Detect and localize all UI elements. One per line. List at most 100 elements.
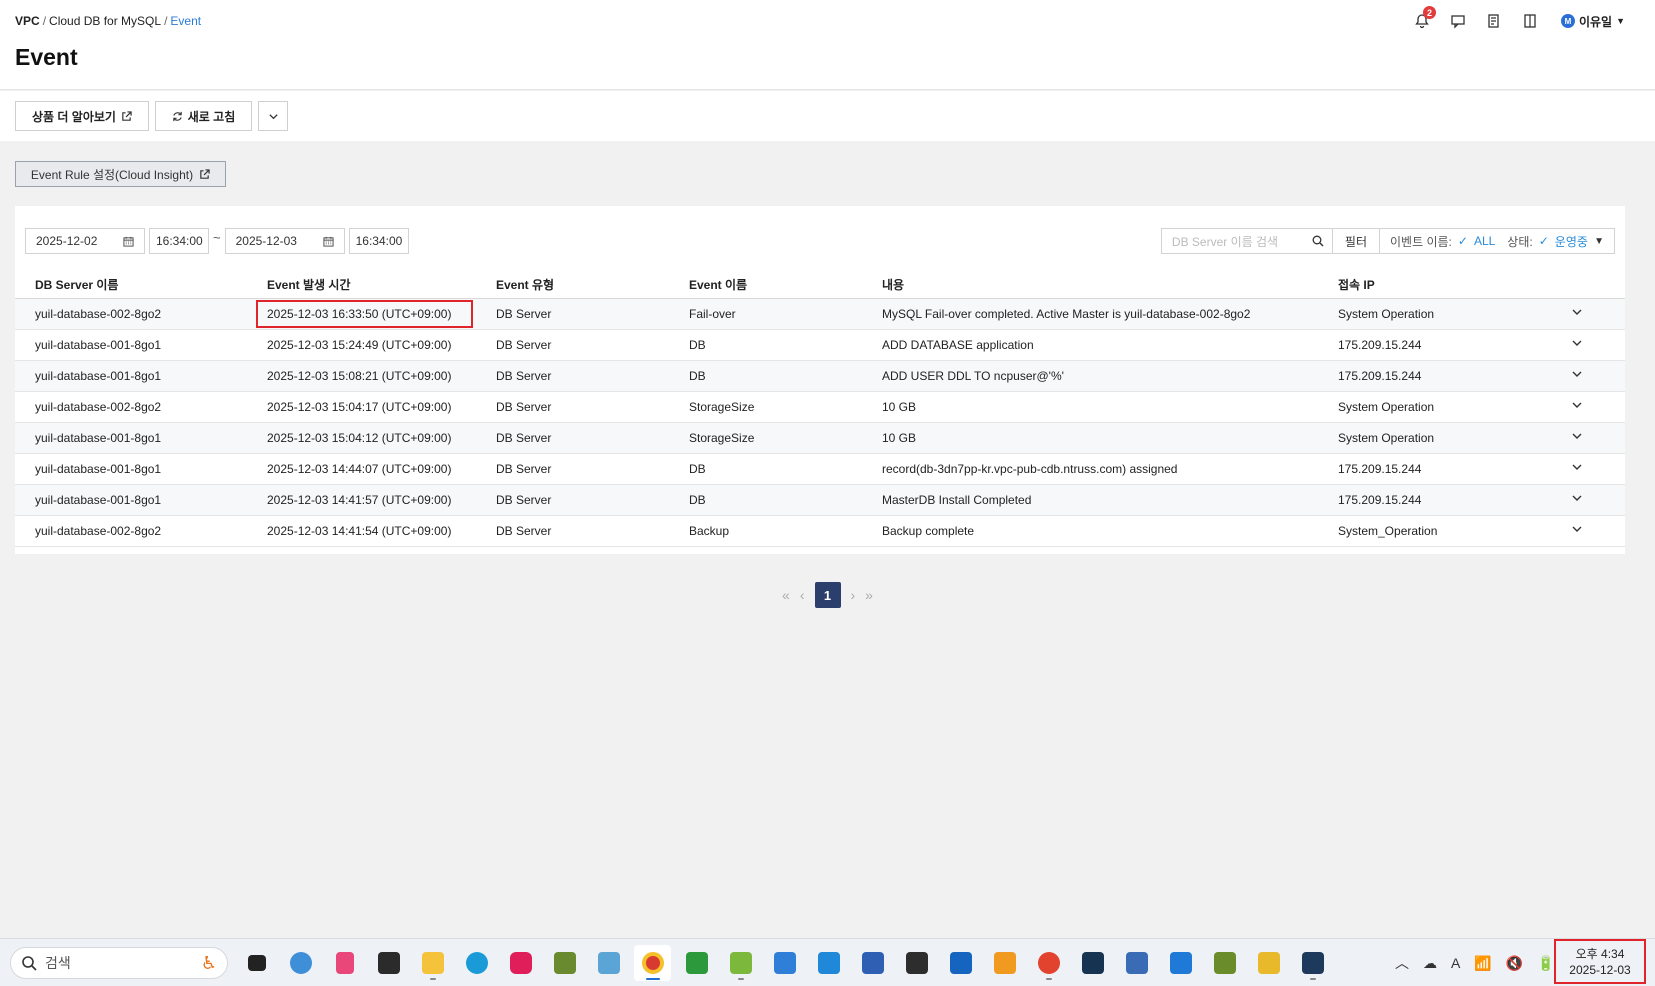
expand-row-icon[interactable]: [1571, 329, 1625, 361]
start-time-field[interactable]: 16:34:00: [149, 228, 209, 254]
more-dropdown-button[interactable]: [258, 101, 288, 131]
column-header-content[interactable]: 내용: [882, 272, 1338, 299]
event-name-filter-label: 이벤트 이름:: [1390, 234, 1452, 249]
taskbar-clock[interactable]: 오후 4:34 2025-12-03: [1554, 939, 1646, 984]
cell-event-type: DB Server: [496, 484, 689, 516]
column-header-db-server[interactable]: DB Server 이름: [15, 272, 255, 299]
volume-icon[interactable]: 🔇: [1506, 955, 1523, 972]
cell-db-server: yuil-database-001-8go1: [15, 453, 255, 485]
table-row[interactable]: yuil-database-001-8go1 2025-12-03 14:41:…: [15, 484, 1625, 516]
filter-button[interactable]: 필터: [1332, 228, 1380, 254]
filter-summary-dropdown[interactable]: 이벤트 이름: ✓ ALL 상태: ✓ 운영중 ▼: [1380, 228, 1615, 254]
expand-row-icon[interactable]: [1571, 360, 1625, 392]
taskbar-app-network-admin-icon[interactable]: [1206, 945, 1243, 981]
user-menu[interactable]: M 이유일 ▼: [1560, 13, 1625, 30]
accessibility-icon: ♿: [200, 952, 217, 973]
expand-row-icon[interactable]: [1571, 484, 1625, 516]
table-row[interactable]: yuil-database-001-8go1 2025-12-03 15:24:…: [15, 329, 1625, 361]
taskbar-app-terminal-icon[interactable]: [898, 945, 935, 981]
cell-content: Backup complete: [882, 515, 1338, 547]
learn-more-button[interactable]: 상품 더 알아보기: [15, 101, 149, 131]
table-row[interactable]: yuil-database-001-8go1 2025-12-03 14:44:…: [15, 453, 1625, 485]
column-header-event-name[interactable]: Event 이름: [689, 272, 882, 299]
breadcrumb-cloud-db[interactable]: Cloud DB for MySQL: [49, 14, 161, 28]
table-row[interactable]: yuil-database-001-8go1 2025-12-03 15:04:…: [15, 422, 1625, 454]
start-date-field[interactable]: 2025-12-02: [25, 228, 145, 254]
db-server-search-input[interactable]: DB Server 이름 검색: [1160, 228, 1333, 254]
taskbar-app-edge-icon[interactable]: [458, 945, 495, 981]
taskbar-app-virtualbox-icon[interactable]: [986, 945, 1023, 981]
end-time-field[interactable]: 16:34:00: [348, 228, 409, 254]
cell-event-type: DB Server: [496, 453, 689, 485]
cell-ip: System Operation: [1338, 298, 1571, 330]
notification-bell-icon[interactable]: 2: [1411, 6, 1436, 32]
taskbar-app-wireshark-icon[interactable]: [942, 945, 979, 981]
cell-event-name: StorageSize: [689, 391, 882, 423]
cell-event-time: 2025-12-03 15:24:49 (UTC+09:00): [255, 329, 496, 361]
taskbar-app-paint-icon[interactable]: [546, 945, 583, 981]
table-row[interactable]: yuil-database-002-8go2 2025-12-03 14:41:…: [15, 515, 1625, 547]
end-date-field[interactable]: 2025-12-03: [224, 228, 345, 254]
search-icon: [22, 956, 37, 971]
calendar-icon: [323, 236, 334, 247]
column-header-ip[interactable]: 접속 IP: [1338, 272, 1571, 299]
chevron-up-icon[interactable]: ︿: [1395, 953, 1409, 973]
cell-db-server: yuil-database-002-8go2: [15, 298, 255, 330]
taskbar-app-file-explorer-icon[interactable]: [414, 945, 451, 981]
notes-icon[interactable]: [1483, 10, 1505, 32]
cell-ip: System Operation: [1338, 391, 1571, 423]
expand-row-icon[interactable]: [1571, 391, 1625, 423]
cell-ip: System_Operation: [1338, 515, 1571, 547]
cell-event-time: 2025-12-03 14:41:57 (UTC+09:00): [255, 484, 496, 516]
taskbar-app-notepad-icon[interactable]: [766, 945, 803, 981]
font-icon[interactable]: A: [1451, 955, 1460, 971]
event-rule-button[interactable]: Event Rule 설정(Cloud Insight): [15, 161, 226, 187]
cell-content: 10 GB: [882, 391, 1338, 423]
taskbar-app-vscode-icon[interactable]: [810, 945, 847, 981]
table-row[interactable]: yuil-database-002-8go2 2025-12-03 16:33:…: [15, 298, 1625, 330]
taskbar-app-notepad-plus-icon[interactable]: [722, 945, 759, 981]
first-page-icon[interactable]: «: [782, 587, 790, 603]
column-header-event-type[interactable]: Event 유형: [496, 272, 689, 299]
last-page-icon[interactable]: »: [865, 587, 873, 603]
expand-row-icon[interactable]: [1571, 298, 1625, 330]
taskbar-app-sticky-notes-icon[interactable]: [370, 945, 407, 981]
next-page-icon[interactable]: ›: [851, 587, 856, 603]
chat-icon[interactable]: [1447, 10, 1469, 32]
breadcrumb-vpc[interactable]: VPC: [15, 14, 40, 28]
taskbar-app-browser-red-icon[interactable]: [1030, 945, 1067, 981]
taskbar-app-maps-icon[interactable]: [282, 945, 319, 981]
taskbar-app-mysql-workbench-icon[interactable]: [1294, 945, 1331, 981]
taskbar-app-terminal-window-icon[interactable]: [238, 945, 275, 981]
search-icon[interactable]: [1312, 235, 1324, 247]
filter-label: 필터: [1344, 234, 1367, 249]
refresh-button[interactable]: 새로 고침: [155, 101, 252, 131]
taskbar-app-chrome-icon[interactable]: [634, 945, 671, 981]
cloud-icon[interactable]: ☁: [1423, 955, 1437, 972]
column-header-expand: [1571, 272, 1625, 299]
taskbar-app-slack-icon[interactable]: [502, 945, 539, 981]
taskbar-app-powershell-icon[interactable]: [854, 945, 891, 981]
table-row[interactable]: yuil-database-002-8go2 2025-12-03 15:04:…: [15, 391, 1625, 423]
taskbar-app-remote-desktop-icon[interactable]: [1162, 945, 1199, 981]
table-row[interactable]: yuil-database-001-8go1 2025-12-03 15:08:…: [15, 360, 1625, 392]
page-button-current[interactable]: 1: [814, 582, 841, 608]
battery-icon[interactable]: 🔋: [1537, 955, 1554, 972]
event-rule-label: Event Rule 설정(Cloud Insight): [30, 167, 194, 182]
taskbar-app-vpn-icon[interactable]: [1074, 945, 1111, 981]
taskbar-app-snipping-tool-icon[interactable]: [326, 945, 363, 981]
taskbar-search[interactable]: 검색 ♿: [10, 947, 228, 979]
taskbar-app-figma-icon[interactable]: [1250, 945, 1287, 981]
expand-row-icon[interactable]: [1571, 422, 1625, 454]
cell-event-type: DB Server: [496, 515, 689, 547]
expand-row-icon[interactable]: [1571, 453, 1625, 485]
taskbar-app-visibility-tool-icon[interactable]: [678, 945, 715, 981]
taskbar-app-photos-icon[interactable]: [590, 945, 627, 981]
expand-row-icon[interactable]: [1571, 515, 1625, 547]
prev-page-icon[interactable]: ‹: [800, 587, 805, 603]
book-icon[interactable]: [1519, 10, 1541, 32]
toolbar: 상품 더 알아보기 새로 고침: [0, 91, 1655, 141]
column-header-event-time[interactable]: Event 발생 시간: [255, 272, 496, 299]
wifi-icon[interactable]: 📶: [1474, 955, 1491, 972]
taskbar-app-network-tool-icon[interactable]: [1118, 945, 1155, 981]
